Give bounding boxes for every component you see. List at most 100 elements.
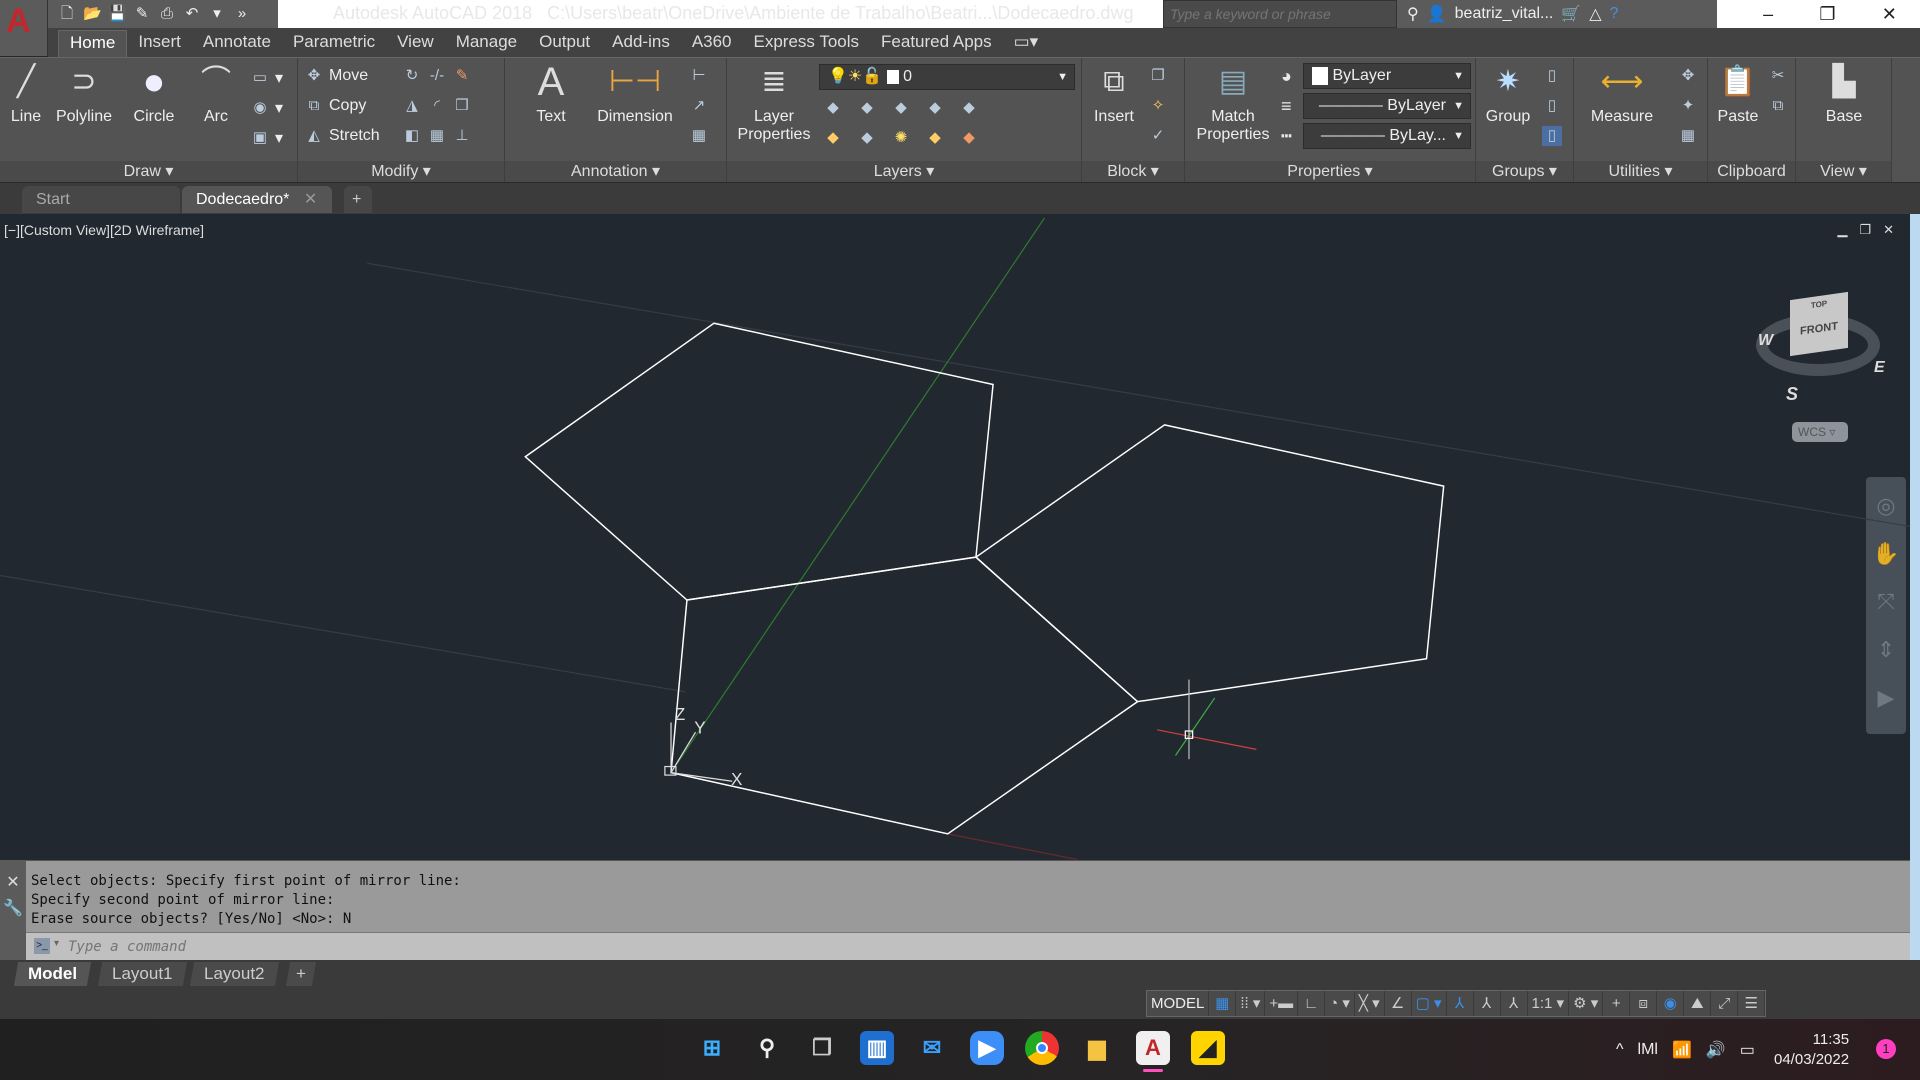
object-snap-icon[interactable]: ▢ ▾ [1412, 991, 1447, 1016]
layer-thaw-icon[interactable]: ✺ [891, 128, 911, 148]
insert-button[interactable]: ⧉ Insert [1086, 62, 1142, 126]
compass-south[interactable]: S [1786, 384, 1798, 405]
calculator-icon[interactable]: ▦ [1678, 126, 1698, 146]
close-command-icon[interactable]: ✕ [0, 872, 26, 892]
annotation-panel-label[interactable]: Annotation ▾ [505, 161, 726, 183]
tab-add-ins[interactable]: Add-ins [601, 30, 681, 57]
text-button[interactable]: A Text [531, 62, 571, 126]
boundary-button[interactable]: ▣ ▾ [250, 128, 283, 148]
layer-unlock-icon[interactable]: ◆ [925, 128, 945, 148]
pan-icon[interactable]: ✋ [1872, 541, 1899, 567]
battery-icon[interactable]: ▭ [1740, 1040, 1755, 1060]
compass-west[interactable]: W [1758, 332, 1773, 350]
command-input[interactable] [68, 936, 1868, 958]
array-icon[interactable]: ▦ [427, 126, 447, 146]
file-tab-start[interactable]: Start [22, 186, 180, 213]
polyline-button[interactable]: ⊃ Polyline [52, 62, 116, 126]
erase-icon[interactable]: ✎ [452, 66, 472, 86]
search-icon[interactable]: ⚲ [750, 1031, 784, 1065]
clean-screen-icon[interactable]: ⤢ [1711, 991, 1739, 1016]
tab-view[interactable]: View [386, 30, 445, 57]
layer-properties-button[interactable]: ≣ Layer Properties [731, 62, 817, 144]
chevron-up-icon[interactable]: ^ [1616, 1041, 1624, 1059]
file-tab-dodecaedro[interactable]: Dodecaedro* ✕ [182, 186, 332, 213]
viewcube[interactable]: TOP FRONT [1790, 291, 1848, 357]
measure-button[interactable]: ⟷ Measure [1578, 62, 1666, 126]
fillet-icon[interactable]: ◜ [427, 96, 447, 116]
viewport-minimize-icon[interactable]: ▁ [1837, 222, 1847, 238]
cut-icon[interactable]: ✂ [1768, 66, 1788, 86]
group-button[interactable]: ✷ Group [1480, 62, 1536, 126]
steering-wheel-icon[interactable]: ◎ [1876, 493, 1895, 519]
mail-icon[interactable]: ✉ [915, 1031, 949, 1065]
color-dropdown[interactable]: ByLayer ▼ [1303, 63, 1471, 89]
tab-layout2[interactable]: Layout2 [189, 962, 279, 986]
customize-wrench-icon[interactable]: 🔧 [0, 898, 26, 918]
ribbon-toggle-icon[interactable]: ▭▾ [1003, 30, 1050, 57]
group-edit-icon[interactable]: ▯ [1542, 96, 1562, 116]
tab-featured-apps[interactable]: Featured Apps [870, 30, 1003, 57]
layer-on-icon[interactable]: ◆ [823, 128, 843, 148]
zoom-extents-icon[interactable]: ⤧ [1877, 589, 1895, 615]
attribute-icon[interactable]: ✓ [1148, 126, 1168, 146]
quick-select-icon[interactable]: ✥ [1678, 66, 1698, 86]
customization-menu-icon[interactable]: ☰ [1738, 991, 1766, 1016]
minimize-icon[interactable]: – [1763, 4, 1773, 25]
block-panel-label[interactable]: Block ▾ [1082, 161, 1184, 183]
linear-dim-button[interactable]: ⊢ [689, 66, 709, 86]
sticky-notes-icon[interactable]: ◢ [1191, 1031, 1225, 1065]
close-icon[interactable]: ✕ [1882, 4, 1897, 25]
layer-lock-icon[interactable]: ◆ [925, 98, 945, 118]
hatch-button[interactable]: ◉ ▾ [250, 98, 283, 118]
annotation-scale-icon[interactable]: ⅄ [1501, 991, 1528, 1016]
workspace-gear-icon[interactable]: ⚙ ▾ [1569, 991, 1604, 1016]
search-input[interactable] [1164, 1, 1396, 27]
tab-home[interactable]: Home [58, 30, 128, 57]
view-panel-label[interactable]: View ▾ [1796, 161, 1891, 183]
tab-manage[interactable]: Manage [445, 30, 528, 57]
notification-badge[interactable]: 1 [1876, 1039, 1896, 1059]
add-layout-button[interactable]: + [285, 962, 317, 986]
isometric-icon[interactable]: ╳ ▾ [1355, 991, 1385, 1016]
new-tab-button[interactable]: + [344, 186, 372, 213]
clipboard-panel-label[interactable]: Clipboard [1708, 161, 1795, 183]
user-name[interactable]: beatriz_vital... [1455, 5, 1554, 23]
layer-off-icon[interactable]: ◆ [823, 98, 843, 118]
viewport-close-icon[interactable]: ✕ [1883, 222, 1894, 238]
layer-match-icon[interactable]: ◆ [959, 98, 979, 118]
task-view-icon[interactable]: ❐ [805, 1031, 839, 1065]
wcs-dropdown[interactable]: WCS ▿ [1792, 422, 1848, 442]
object-snap-tracking-icon[interactable]: ∠ [1385, 991, 1412, 1016]
annotation-scale-dropdown[interactable]: 1:1 ▾ [1528, 991, 1570, 1016]
layer-isolate-icon[interactable]: ◆ [857, 98, 877, 118]
model-space-button[interactable]: MODEL [1147, 991, 1210, 1016]
autocad-taskbar-icon[interactable]: A [1136, 1031, 1170, 1065]
copy-button[interactable]: ⧉ Copy [304, 96, 367, 116]
chrome-icon[interactable] [1025, 1031, 1059, 1065]
units-icon[interactable]: ⧈ [1630, 991, 1658, 1016]
recent-commands-icon[interactable]: ▾ [54, 938, 59, 949]
dimension-button[interactable]: ⊢⊣ Dimension [587, 62, 683, 126]
a360-icon[interactable]: △ [1589, 4, 1601, 24]
point-icon[interactable]: ✦ [1678, 96, 1698, 116]
undo-icon[interactable]: ↶ [183, 5, 201, 23]
mirror-button[interactable]: ◮ ◜ ❒ [402, 96, 472, 116]
properties-panel-label[interactable]: Properties ▾ [1185, 161, 1475, 183]
snap-icon[interactable]: ⁞⁞ ▾ [1236, 991, 1266, 1016]
viewcube-front[interactable]: FRONT [1790, 319, 1848, 339]
save-as-icon[interactable]: ✎ [133, 5, 151, 23]
new-file-icon[interactable]: 🗋 [58, 5, 76, 23]
command-prompt-icon[interactable]: >_ [34, 938, 50, 954]
application-menu-button[interactable]: A [0, 0, 48, 56]
circle-button[interactable]: ● Circle [124, 62, 184, 126]
line-button[interactable]: ╱ Line [2, 62, 50, 126]
match-properties-button[interactable]: ▤ Match Properties [1189, 62, 1277, 144]
cart-icon[interactable]: 🛒 [1561, 4, 1581, 24]
showmotion-icon[interactable]: ▶ [1878, 685, 1895, 711]
widgets-icon[interactable]: ▥ [860, 1031, 894, 1065]
chevron-down-icon[interactable]: ▾ [208, 5, 226, 23]
annotation-monitor-icon[interactable]: + [1603, 991, 1631, 1016]
orbit-icon[interactable]: ⇕ [1877, 637, 1895, 663]
layer-freeze-icon[interactable]: ◆ [891, 98, 911, 118]
save-icon[interactable]: 💾 [108, 5, 127, 23]
